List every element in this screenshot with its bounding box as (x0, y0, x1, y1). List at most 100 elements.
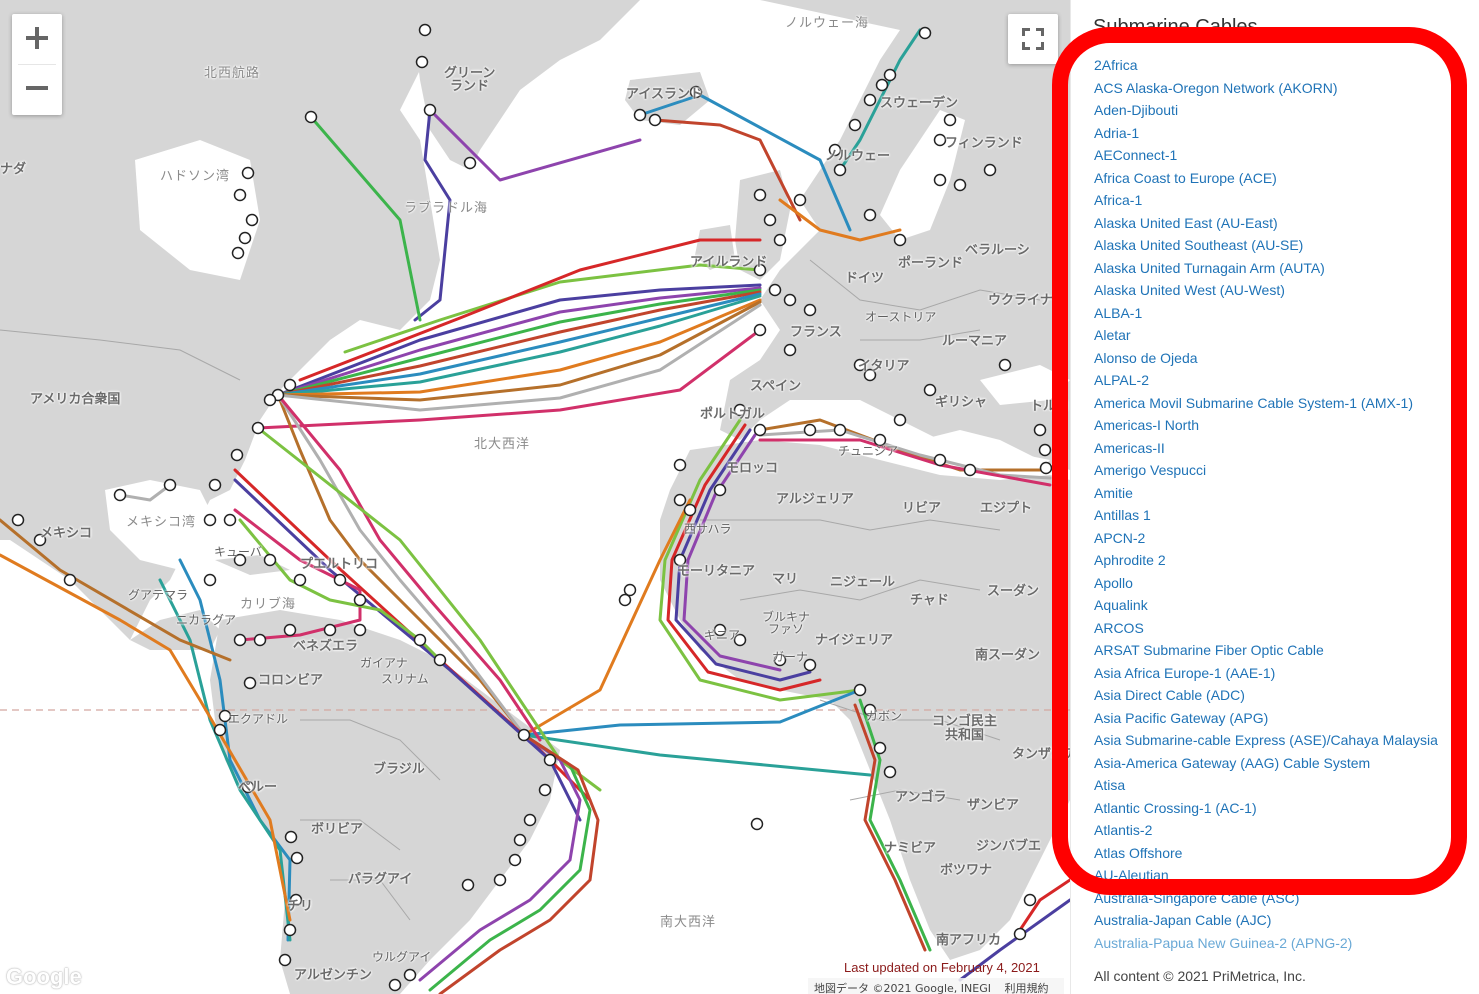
zoom-out-button[interactable] (12, 64, 62, 114)
landing-point[interactable] (388, 978, 402, 992)
cable-link[interactable]: Alaska United East (AU-East) (1094, 215, 1278, 231)
cable-link[interactable]: Africa-1 (1094, 192, 1142, 208)
cable-link[interactable]: Amitie (1094, 485, 1133, 501)
cable-link[interactable]: ARCOS (1094, 620, 1144, 636)
fullscreen-button[interactable] (1008, 14, 1058, 64)
landing-point[interactable] (423, 103, 437, 117)
landing-point[interactable] (833, 163, 847, 177)
landing-point[interactable] (243, 676, 257, 690)
landing-point[interactable] (648, 113, 662, 127)
cable-link[interactable]: AEConnect-1 (1094, 147, 1177, 163)
landing-point[interactable] (873, 741, 887, 755)
landing-point[interactable] (523, 813, 537, 827)
landing-point[interactable] (1023, 893, 1037, 907)
landing-point[interactable] (933, 453, 947, 467)
landing-point[interactable] (918, 26, 932, 40)
landing-point[interactable] (853, 683, 867, 697)
cable-link[interactable]: Aphrodite 2 (1094, 552, 1166, 568)
cable-link[interactable]: Asia Pacific Gateway (APG) (1094, 710, 1268, 726)
landing-point[interactable] (203, 513, 217, 527)
cable-link[interactable]: Africa Coast to Europe (ACE) (1094, 170, 1277, 186)
cable-link[interactable]: Americas-II (1094, 440, 1165, 456)
landing-point[interactable] (231, 246, 245, 260)
landing-point[interactable] (203, 573, 217, 587)
landing-point[interactable] (253, 633, 267, 647)
cable-link[interactable]: America Movil Submarine Cable System-1 (… (1094, 395, 1413, 411)
landing-point[interactable] (983, 163, 997, 177)
landing-point[interactable] (263, 393, 277, 407)
cable-link[interactable]: ALBA-1 (1094, 305, 1142, 321)
landing-point[interactable] (783, 293, 797, 307)
landing-point[interactable] (403, 968, 417, 982)
landing-point[interactable] (290, 851, 304, 865)
landing-point[interactable] (463, 156, 477, 170)
cable-map[interactable]: ハドソン湾 北西航路 ナダ グリーン ランド ラブラドル海 アイスランド ノルウ… (0, 0, 1070, 994)
cable-link[interactable]: Atlantic Crossing-1 (AC-1) (1094, 800, 1257, 816)
landing-point[interactable] (1013, 927, 1027, 941)
landing-point[interactable] (943, 113, 957, 127)
cable-link[interactable]: AU-Aleutian (1094, 867, 1169, 883)
landing-point[interactable] (1039, 461, 1053, 475)
cable-link[interactable]: Antillas 1 (1094, 507, 1151, 523)
cable-link[interactable]: Aden-Djibouti (1094, 102, 1178, 118)
landing-point[interactable] (163, 478, 177, 492)
landing-point[interactable] (283, 923, 297, 937)
cable-link[interactable]: Atlantis-2 (1094, 822, 1152, 838)
landing-point[interactable] (623, 583, 637, 597)
landing-point[interactable] (1038, 443, 1052, 457)
landing-point[interactable] (713, 483, 727, 497)
landing-point[interactable] (208, 478, 222, 492)
landing-point[interactable] (461, 878, 475, 892)
landing-point[interactable] (508, 853, 522, 867)
landing-point[interactable] (433, 653, 447, 667)
landing-point[interactable] (673, 458, 687, 472)
landing-point[interactable] (251, 421, 265, 435)
landing-point[interactable] (493, 873, 507, 887)
landing-point[interactable] (233, 633, 247, 647)
cable-link[interactable]: ARSAT Submarine Fiber Optic Cable (1094, 642, 1324, 658)
landing-point[interactable] (875, 78, 889, 92)
landing-point[interactable] (245, 213, 259, 227)
landing-point[interactable] (238, 231, 252, 245)
landing-point[interactable] (63, 573, 77, 587)
landing-point[interactable] (1033, 423, 1047, 437)
landing-point[interactable] (753, 323, 767, 337)
landing-point[interactable] (793, 193, 807, 207)
landing-point[interactable] (415, 55, 429, 69)
landing-point[interactable] (263, 553, 277, 567)
cable-link[interactable]: Alaska United West (AU-West) (1094, 282, 1285, 298)
terms-link[interactable]: 利用規約 (1004, 982, 1048, 994)
landing-point[interactable] (113, 488, 127, 502)
cable-link[interactable]: Aletar (1094, 327, 1131, 343)
landing-point[interactable] (233, 188, 247, 202)
cable-link[interactable]: Apollo (1094, 575, 1133, 591)
landing-point[interactable] (213, 723, 227, 737)
landing-point[interactable] (773, 233, 787, 247)
landing-point[interactable] (418, 23, 432, 37)
landing-point[interactable] (673, 493, 687, 507)
landing-point[interactable] (543, 753, 557, 767)
landing-point[interactable] (763, 213, 777, 227)
landing-point[interactable] (833, 423, 847, 437)
cable-link[interactable]: Asia-America Gateway (AAG) Cable System (1094, 755, 1370, 771)
landing-point[interactable] (848, 118, 862, 132)
cable-link[interactable]: Americas-I North (1094, 417, 1199, 433)
landing-point[interactable] (283, 378, 297, 392)
cable-link[interactable]: Asia Direct Cable (ADC) (1094, 687, 1245, 703)
landing-point[interactable] (753, 423, 767, 437)
landing-point[interactable] (513, 833, 527, 847)
landing-point[interactable] (283, 623, 297, 637)
landing-point[interactable] (893, 233, 907, 247)
landing-point[interactable] (618, 593, 632, 607)
cable-link[interactable]: Atlas Offshore (1094, 845, 1182, 861)
landing-point[interactable] (803, 423, 817, 437)
landing-point[interactable] (413, 633, 427, 647)
landing-point[interactable] (933, 173, 947, 187)
landing-point[interactable] (633, 108, 647, 122)
cable-link[interactable]: Amerigo Vespucci (1094, 462, 1206, 478)
cable-link[interactable]: Australia-Japan Cable (AJC) (1094, 912, 1271, 928)
landing-point[interactable] (923, 383, 937, 397)
landing-point[interactable] (333, 573, 347, 587)
landing-point[interactable] (517, 728, 531, 742)
cable-link[interactable]: Asia Africa Europe-1 (AAE-1) (1094, 665, 1275, 681)
